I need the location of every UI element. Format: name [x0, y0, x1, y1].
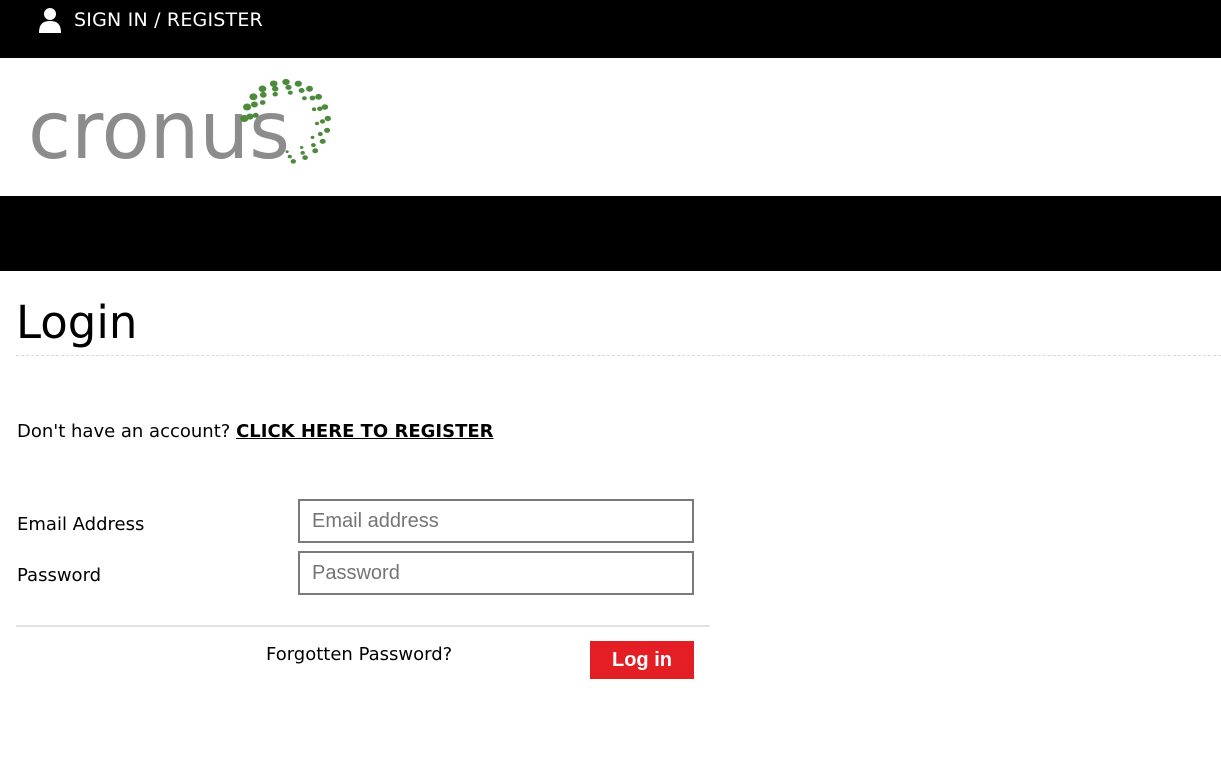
logo-dot [317, 131, 323, 137]
password-label: Password [17, 565, 102, 586]
logo-dot [287, 154, 292, 159]
login-button[interactable]: Log in [590, 641, 694, 679]
logo-dot [259, 91, 267, 98]
logo-dot [285, 84, 292, 90]
forgotten-password-link[interactable]: Forgotten Password? [266, 643, 452, 667]
site-header: cronus [0, 58, 1221, 196]
logo-dot [317, 106, 323, 112]
logo-dot [246, 113, 254, 120]
logo-dot [321, 104, 329, 110]
logo-dot [282, 78, 290, 86]
logo-dot [312, 148, 319, 154]
register-prompt: Don't have an account? [17, 421, 231, 442]
logo-dot [300, 146, 304, 149]
page-title: Login [16, 296, 138, 349]
logo-dot [319, 138, 326, 144]
logo-dot [309, 95, 316, 101]
logo-dot [324, 127, 331, 133]
logo-dot [272, 86, 279, 92]
cronus-logo[interactable]: cronus [28, 72, 338, 168]
logo-dot [310, 135, 315, 139]
sign-in-label: SIGN IN / REGISTER [74, 9, 263, 31]
logo-dot [302, 96, 307, 101]
logo-dot [252, 112, 259, 118]
logo-dot [259, 100, 266, 105]
logo-dot [287, 90, 293, 95]
logo-dot [311, 107, 317, 112]
logo-dot [294, 80, 302, 87]
logo-dot [285, 150, 289, 153]
register-link[interactable]: CLICK HERE TO REGISTER [236, 421, 493, 442]
logo-dot [315, 121, 319, 126]
logo-dot [311, 143, 316, 148]
logo-dot [306, 85, 313, 92]
logo-dot [302, 155, 308, 160]
logo-dot [249, 93, 258, 101]
logo-dot [258, 85, 267, 93]
main-nav-bar [0, 196, 1221, 271]
logo-dot [300, 151, 305, 155]
logo-dot [315, 93, 322, 100]
password-field[interactable] [298, 551, 694, 595]
logo-dot [272, 91, 278, 97]
logo-dot [243, 103, 252, 111]
logo-dot [324, 115, 331, 122]
form-divider [16, 625, 710, 627]
sign-in-register-link[interactable]: SIGN IN / REGISTER [38, 6, 263, 34]
user-icon [38, 7, 62, 33]
register-prompt-line: Don't have an account? CLICK HERE TO REG… [17, 420, 494, 444]
title-divider [16, 355, 1221, 356]
logo-dot [250, 101, 258, 108]
logo-dot [269, 80, 278, 87]
email-label: Email Address [17, 514, 145, 535]
logo-dot [290, 159, 296, 164]
logo-dot [319, 119, 326, 124]
top-bar: SIGN IN / REGISTER [0, 0, 1221, 58]
email-field[interactable] [298, 499, 694, 543]
logo-dot [298, 88, 305, 93]
